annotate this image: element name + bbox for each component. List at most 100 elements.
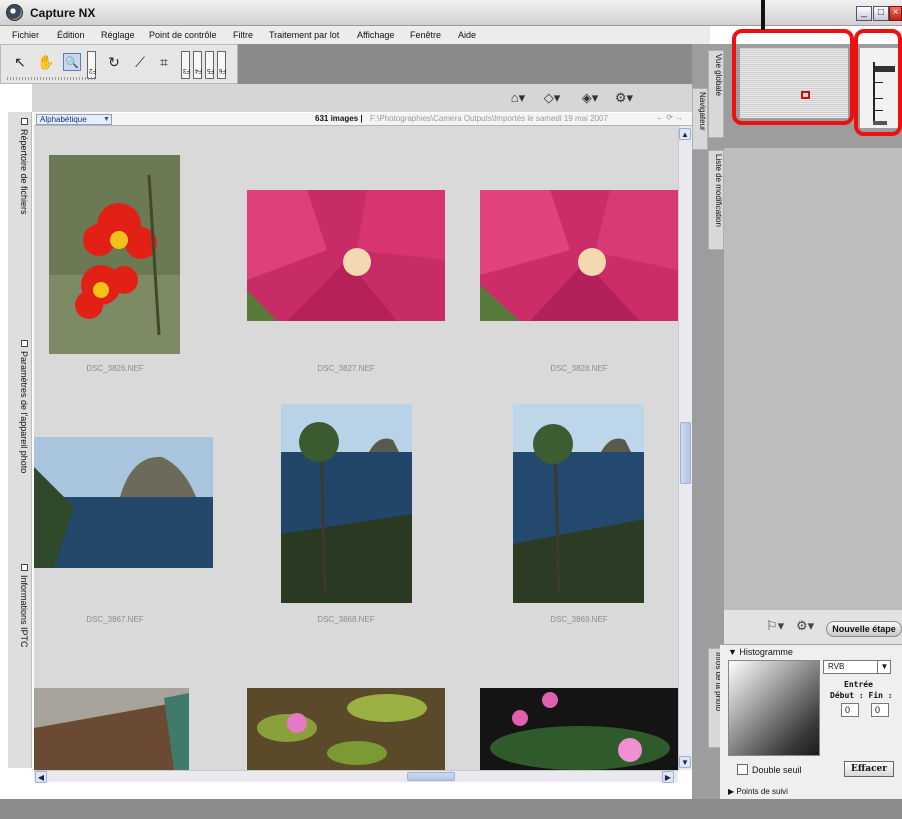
capture-nx-window: Capture NX _ □ × Fichier Édition Réglage…: [0, 0, 902, 819]
tab-liste-de-modification[interactable]: Liste de modification: [708, 150, 724, 250]
f6-key[interactable]: F6: [217, 51, 226, 79]
edit-list-panel: [724, 148, 902, 610]
title-bar: Capture NX _ □ ×: [0, 0, 902, 26]
start-value-field[interactable]: 0: [841, 703, 859, 717]
label-icon[interactable]: ◈▾: [580, 90, 600, 108]
pink-flower-image: [480, 190, 678, 321]
histogram-header[interactable]: ▼ Histogramme: [728, 647, 793, 657]
vertical-scrollbar[interactable]: ▲ ▼: [678, 126, 692, 770]
folder-path: F:\Photographies\Camera Outputs\Importés…: [370, 114, 608, 123]
rotate-icon[interactable]: ↻: [105, 53, 123, 71]
menu-aide[interactable]: Aide: [458, 30, 476, 40]
toolbar-grip[interactable]: [7, 77, 97, 80]
menu-reglage[interactable]: Réglage: [101, 30, 135, 40]
image-count: 631 images |: [315, 114, 363, 123]
tracking-points-label: Points de suivi: [736, 787, 788, 796]
tab-repertoire-de-fichiers[interactable]: Répertoire de fichiers: [11, 118, 29, 215]
thumbnail-dsc-3868[interactable]: [281, 404, 412, 603]
clear-button[interactable]: Effacer: [844, 761, 894, 777]
tool-bar: ↖ ✋ 🔍 F2 ↻ ⟋ ⌗ F3 F4 F5 F6: [0, 44, 238, 84]
scroll-left-icon[interactable]: ◀: [35, 771, 47, 783]
history-nav-icon[interactable]: ← ⟳ →: [656, 113, 683, 122]
minimize-button[interactable]: _: [856, 6, 872, 21]
thumbnail-caption: DSC_3867.NEF: [86, 615, 144, 624]
gear-icon[interactable]: ⚙▾: [796, 618, 814, 634]
f6-key-label: F6: [218, 67, 226, 73]
thumbnail-dsc-3826[interactable]: [49, 155, 180, 354]
chevron-down-icon: ▼: [728, 647, 740, 657]
tab-label: Paramètres de l'appareil photo: [19, 351, 29, 474]
pink-flower-image: [247, 190, 445, 321]
thumbnail-grid: DSC_3826.NEF DSC_3827.NEF DSC_3828.NEF D…: [34, 126, 678, 770]
double-threshold-checkbox[interactable]: [737, 764, 748, 775]
thumbnail-dsc-3867[interactable]: [34, 437, 213, 568]
straighten-icon[interactable]: ⟋: [131, 53, 149, 71]
tag-icon[interactable]: ◇▾: [542, 90, 562, 108]
tab-checkbox-icon: [20, 564, 28, 571]
entry-label: Entrée: [844, 680, 873, 689]
new-step-button[interactable]: Nouvelle étape: [826, 621, 902, 637]
maximize-button[interactable]: □: [873, 6, 889, 21]
toolbar-empty-area: [238, 44, 708, 84]
arrow-select-icon[interactable]: ↖: [11, 53, 29, 71]
thumbnail-caption: DSC_3826.NEF: [86, 364, 144, 373]
thumbnail-dsc-3827[interactable]: [247, 190, 445, 321]
tab-parametres-appareil[interactable]: Paramètres de l'appareil photo: [11, 340, 29, 473]
crop-icon[interactable]: ⌗: [155, 53, 173, 71]
histogram-graph: [728, 660, 820, 756]
menu-affichage[interactable]: Affichage: [357, 30, 394, 40]
f4-key-label: F4: [194, 67, 202, 73]
open-folder-icon[interactable]: ⌂▾: [508, 90, 528, 108]
red-flower-image: [49, 155, 180, 354]
thumbnail-caption: DSC_3868.NEF: [317, 615, 375, 624]
f5-key[interactable]: F5: [205, 51, 214, 79]
thumbnail-boat[interactable]: [34, 688, 189, 770]
vertical-scroll-thumb[interactable]: [680, 422, 691, 484]
thumbnail-dsc-3828[interactable]: [480, 190, 678, 321]
annotation-pointer: [761, 0, 765, 30]
thumbnail-caption: DSC_3869.NEF: [550, 615, 608, 624]
zoom-icon[interactable]: 🔍: [63, 53, 81, 71]
tab-vue-globale[interactable]: Vue globale: [708, 50, 724, 138]
thumbnail-lily-dark[interactable]: [480, 688, 678, 770]
thumbnail-dsc-3869[interactable]: [513, 404, 644, 603]
menu-fichier[interactable]: Fichier: [12, 30, 39, 40]
end-value-field[interactable]: 0: [871, 703, 889, 717]
horizontal-scrollbar[interactable]: ◀ ▶: [34, 770, 678, 783]
menu-fenetre[interactable]: Fenêtre: [410, 30, 441, 40]
thumbnail-lily-pond[interactable]: [247, 688, 445, 770]
menu-edition[interactable]: Édition: [57, 30, 85, 40]
flag-icon[interactable]: ⚐▾: [766, 618, 784, 634]
scroll-up-icon[interactable]: ▲: [679, 128, 691, 140]
menu-point-de-controle[interactable]: Point de contrôle: [149, 30, 217, 40]
settings-gear-icon[interactable]: ⚙▾: [614, 90, 634, 108]
f2-key[interactable]: F2: [87, 51, 96, 79]
tracking-points-header[interactable]: ▶ Points de suivi: [728, 787, 788, 796]
f5-key-label: F5: [206, 67, 214, 73]
double-threshold-label: Double seuil: [752, 765, 802, 775]
thumbnail-caption: DSC_3828.NEF: [550, 364, 608, 373]
lily-pond-image: [247, 688, 445, 770]
navigator-highlight: [732, 29, 854, 125]
chevron-down-icon[interactable]: ▼: [877, 660, 891, 674]
scroll-right-icon[interactable]: ▶: [662, 771, 674, 783]
left-dock: Répertoire de fichiers Paramètres de l'a…: [8, 112, 32, 768]
browser-toolbar: ⌂▾ ◇▾ ◈▾ ⚙▾: [32, 84, 692, 112]
horizontal-scroll-thumb[interactable]: [407, 772, 455, 781]
close-button[interactable]: ×: [889, 6, 902, 21]
app-title: Capture NX: [30, 6, 96, 20]
f3-key[interactable]: F3: [181, 51, 190, 79]
rock-sea-image: [34, 437, 213, 568]
menu-traitement-par-lot[interactable]: Traitement par lot: [269, 30, 339, 40]
lily-dark-image: [480, 688, 678, 770]
scroll-down-icon[interactable]: ▼: [679, 756, 691, 768]
menu-filtre[interactable]: Filtre: [233, 30, 253, 40]
sort-label: Alphabétique: [40, 115, 87, 124]
sort-dropdown[interactable]: Alphabétique ▼: [36, 114, 112, 125]
tree-sea-image: [513, 404, 644, 603]
tab-informations-iptc[interactable]: Informations IPTC: [11, 564, 29, 648]
tab-label: Informations IPTC: [19, 575, 29, 648]
f4-key[interactable]: F4: [193, 51, 202, 79]
hand-icon[interactable]: ✋: [37, 53, 55, 71]
tab-navigateur[interactable]: Navigateur: [692, 88, 708, 150]
